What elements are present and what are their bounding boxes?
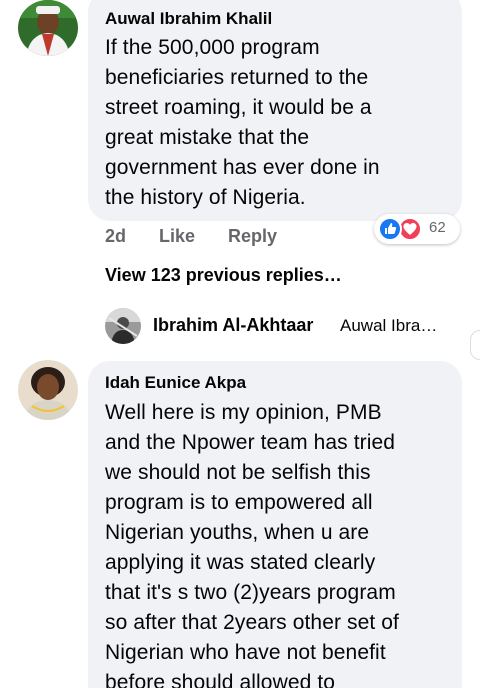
avatar-ibrahim[interactable] [105, 308, 141, 344]
avatar-auwal[interactable] [18, 0, 78, 56]
avatar-idah[interactable] [18, 360, 78, 420]
reaction-summary[interactable]: 62 [374, 214, 460, 244]
comment-text-line: applying it was stated clearly [105, 551, 376, 574]
comment-author[interactable]: Idah Eunice Akpa [105, 373, 246, 393]
comment-author[interactable]: Auwal Ibrahim Khalil [105, 9, 272, 29]
comment-text-line: government has ever done in [105, 156, 380, 179]
comment-text-line: beneficiaries returned to the [105, 66, 369, 89]
comment-text-line: Well here is my opinion, PMB [105, 401, 382, 424]
comment-text: If the 500,000 program beneficiaries ret… [105, 33, 455, 213]
comment-text-line: street roaming, it would be a [105, 96, 372, 119]
like-icon [378, 217, 402, 241]
comment-text-line: that it's s two (2)years program [105, 581, 396, 604]
view-previous-replies-link[interactable]: View 123 previous replies… [105, 265, 342, 286]
comment-text-line: Nigerian youths, when u are [105, 521, 370, 544]
comment-text-line: Nigerian who have not benefit [105, 641, 386, 664]
comment-text-line: and the Npower team has tried [105, 431, 396, 454]
edge-handle [470, 330, 480, 360]
reply-author[interactable]: Ibrahim Al-Akhtaar [153, 315, 313, 336]
comment-text: Well here is my opinion, PMB and the Npo… [105, 398, 460, 688]
reply-preview-row[interactable]: Ibrahim Al-Akhtaar Auwal Ibra… [105, 306, 455, 346]
comment-text-line: before should allowed to [105, 671, 336, 688]
reply-button[interactable]: Reply [228, 226, 277, 247]
like-button[interactable]: Like [159, 226, 195, 247]
comment-text-line: we should not be selfish this [105, 461, 371, 484]
comment-text-line: If the 500,000 program [105, 36, 320, 59]
comment-text-line: so after that 2years other set of [105, 611, 399, 634]
reply-preview-text: Auwal Ibra… [340, 316, 438, 335]
comment-text-line: great mistake that the [105, 126, 310, 149]
reaction-count: 62 [429, 219, 446, 236]
comment-text-line: program is to empowered all [105, 491, 373, 514]
comment-time: 2d [105, 226, 127, 246]
comment-text-line: the history of Nigeria. [105, 186, 306, 209]
